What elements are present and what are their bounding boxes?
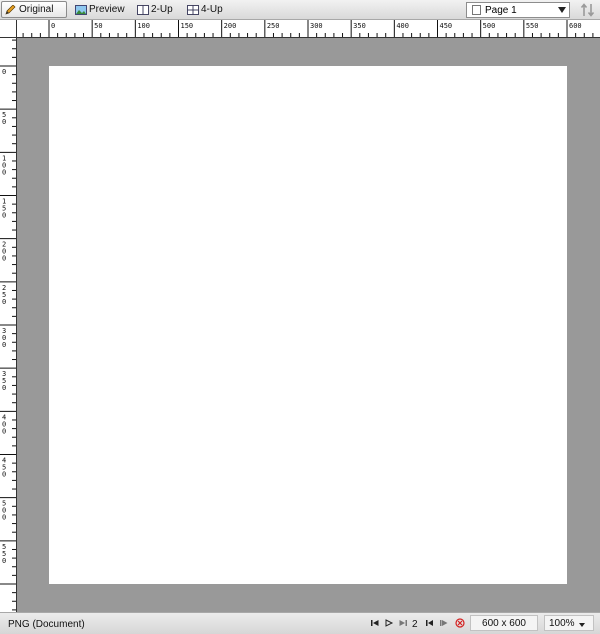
image-dimensions: 600 x 600 — [470, 615, 538, 631]
ruler-label: 0 — [51, 22, 55, 30]
two-up-icon — [137, 4, 149, 15]
play-icon[interactable] — [384, 618, 394, 628]
page-select-value: Page 1 — [485, 4, 517, 16]
last-frame-icon[interactable] — [439, 618, 449, 628]
canvas-area[interactable] — [17, 38, 600, 612]
ruler-label: 250 — [2, 284, 6, 306]
view-toolbar: Original Preview 2-Up 4-Up Page 1 — [0, 0, 600, 20]
ruler-label: 350 — [353, 22, 366, 30]
ruler-label: 350 — [2, 370, 6, 392]
tab-preview-label: Preview — [89, 4, 125, 15]
tab-original-label: Original — [19, 4, 54, 15]
ruler-label: 150 — [2, 198, 6, 220]
chevron-down-icon — [558, 7, 566, 13]
ruler-label: 200 — [224, 22, 237, 30]
ruler-label: 300 — [310, 22, 323, 30]
ruler-label: 100 — [137, 22, 150, 30]
ruler-label: 500 — [483, 22, 496, 30]
page-icon — [472, 5, 481, 15]
ruler-vertical: 0 50 100 150 200 250 300 350 400 450 500 550 — [0, 38, 17, 612]
ruler-label: 400 — [396, 22, 409, 30]
ruler-label: 600 — [569, 22, 582, 30]
tab-2-up-label: 2-Up — [151, 4, 173, 15]
ruler-label: 450 — [440, 22, 453, 30]
tab-preview[interactable]: Preview — [72, 1, 128, 18]
stop-icon[interactable] — [455, 618, 465, 628]
tab-4-up[interactable]: 4-Up — [184, 1, 230, 18]
zoom-select[interactable]: 100% — [544, 615, 594, 631]
next-frame-icon[interactable] — [398, 618, 408, 628]
ruler-label: 50 — [2, 111, 6, 126]
ruler-horizontal: 0 50 100 150 200 250 300 350 400 450 500 550 600 — [17, 20, 600, 38]
ruler-label: 250 — [267, 22, 280, 30]
document-page[interactable] — [49, 66, 567, 584]
file-type-label: PNG (Document) — [8, 619, 85, 630]
ruler-label: 100 — [2, 154, 6, 176]
ruler-label: 0 — [2, 68, 6, 76]
first-frame-icon[interactable] — [370, 618, 380, 628]
ruler-corner — [0, 20, 17, 38]
tab-original[interactable]: Original — [1, 1, 67, 18]
ruler-label: 50 — [94, 22, 102, 30]
pencil-icon — [5, 4, 16, 15]
ruler-label: 500 — [2, 500, 6, 522]
tab-2-up[interactable]: 2-Up — [134, 1, 180, 18]
ruler-label: 450 — [2, 457, 6, 479]
four-up-icon — [187, 4, 199, 15]
frame-number: 2 — [412, 619, 418, 630]
ruler-label: 300 — [2, 327, 6, 349]
ruler-label: 150 — [181, 22, 194, 30]
ruler-label: 550 — [526, 22, 539, 30]
image-dimensions-value: 600 x 600 — [482, 617, 526, 629]
ruler-label: 200 — [2, 241, 6, 263]
ruler-label: 550 — [2, 543, 6, 565]
chevron-down-icon — [578, 623, 585, 627]
status-bar: PNG (Document) 2 600 x 600 100% — [0, 612, 600, 634]
image-icon — [75, 4, 87, 15]
previous-frame-icon[interactable] — [425, 618, 435, 628]
sort-arrows-icon[interactable] — [580, 2, 596, 18]
ruler-label: 400 — [2, 413, 6, 435]
page-select[interactable]: Page 1 — [466, 2, 570, 18]
tab-4-up-label: 4-Up — [201, 4, 223, 15]
zoom-value: 100% — [549, 617, 575, 629]
